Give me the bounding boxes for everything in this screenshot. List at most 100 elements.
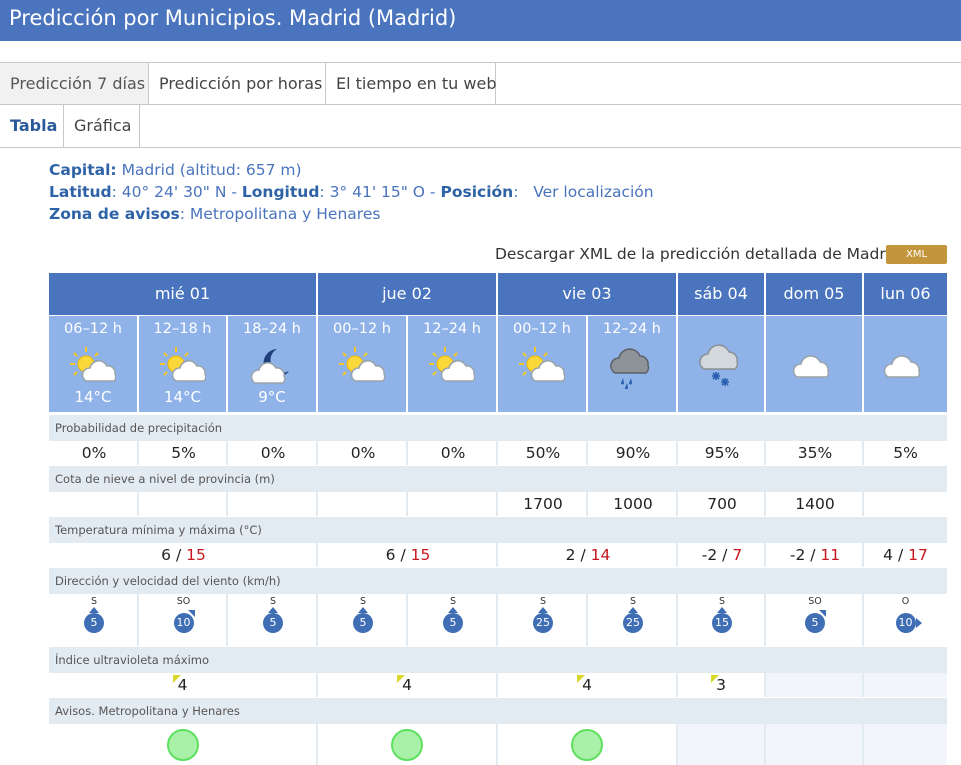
- column-separator: [137, 492, 139, 516]
- tab-prediccion-7-dias[interactable]: Predicción 7 días: [0, 63, 149, 104]
- wind-speed: 5: [443, 613, 463, 633]
- uv-value: 3: [716, 676, 726, 694]
- wind-direction: S: [269, 596, 277, 607]
- precip-value: 0%: [81, 444, 107, 462]
- zona-value: : Metropolitana y Henares: [179, 205, 381, 223]
- wind-arrow-icon: [915, 618, 922, 628]
- temp-max: 15: [186, 546, 206, 564]
- temp-max: 17: [908, 546, 928, 564]
- uv-value: 4: [402, 676, 412, 694]
- latitude-value: : 40° 24' 30" N -: [111, 183, 242, 201]
- wind-direction: S: [90, 596, 98, 607]
- cloud-icon: [789, 345, 837, 391]
- wind-direction: S: [539, 596, 547, 607]
- snow-value: [408, 493, 498, 515]
- download-xml-text: Descargar XML de la predicción detallada…: [495, 245, 900, 263]
- snow-value: [49, 493, 139, 515]
- column-separator: [676, 492, 678, 516]
- snow-value: 1000: [613, 495, 653, 513]
- sun-cloud-icon: [158, 345, 206, 391]
- temp-separator: /: [893, 546, 909, 564]
- wind-arrow-icon: [717, 607, 727, 613]
- column-separator: [862, 441, 864, 465]
- column-separator: [862, 724, 864, 765]
- column-separator: [676, 594, 678, 646]
- temp-min: 2: [565, 546, 576, 564]
- position-link[interactable]: : Ver localización: [513, 183, 653, 201]
- precip-value: 0%: [440, 444, 466, 462]
- slot-label: 12–24 h: [423, 321, 481, 337]
- wind-direction: S: [718, 596, 726, 607]
- coords-line: Latitud: 40° 24' 30" N - Longitud: 3° 41…: [49, 183, 654, 201]
- wind-arrow-icon: [358, 607, 368, 613]
- position-label: Posición: [440, 183, 514, 201]
- temp-separator: /: [395, 546, 411, 564]
- slot-label: 12–18 h: [153, 321, 212, 337]
- moon-cloud-icon: [247, 345, 295, 391]
- warning-level-icon[interactable]: [166, 729, 199, 761]
- wind-arrow-icon: [538, 607, 548, 613]
- column-separator: [226, 441, 228, 465]
- uv-value: 4: [582, 676, 592, 694]
- wind-direction: S: [359, 596, 367, 607]
- column-separator: [406, 441, 408, 465]
- uv-indicator-icon: [711, 675, 719, 683]
- avisos-empty-cell: [766, 724, 862, 765]
- temp-min: 4: [883, 546, 894, 564]
- wind-arrow-icon: [268, 607, 278, 613]
- wind-speed: 25: [533, 613, 553, 633]
- avisos-empty-cell: [864, 724, 947, 765]
- column-separator: [406, 492, 408, 516]
- tab-tabla[interactable]: Tabla: [0, 105, 64, 147]
- column-separator: [586, 492, 588, 516]
- storm-rain-icon: [607, 345, 655, 391]
- column-separator: [862, 492, 864, 516]
- column-separator: [586, 594, 588, 646]
- column-separator: [862, 543, 864, 567]
- tab-grafica[interactable]: Gráfica: [64, 105, 140, 147]
- column-separator: [676, 441, 678, 465]
- precip-value: 0%: [350, 444, 376, 462]
- warning-level-icon[interactable]: [391, 729, 423, 761]
- uv-indicator-icon: [577, 675, 585, 683]
- wind-row-label: Dirección y velocidad del viento (km/h): [49, 568, 947, 594]
- uv-empty-cell: [864, 673, 947, 697]
- day-header: vie 03: [498, 273, 676, 315]
- temp-separator: /: [575, 546, 591, 564]
- temp-separator: /: [171, 546, 187, 564]
- cloud-icon: [880, 345, 928, 391]
- snow-value: [139, 493, 228, 515]
- sun-cloud-icon: [517, 345, 566, 391]
- wind-direction: S: [629, 596, 637, 607]
- precip-value: 50%: [525, 444, 561, 462]
- column-separator: [406, 594, 408, 646]
- column-separator: [496, 673, 498, 697]
- precip-value: 95%: [704, 444, 740, 462]
- snow-value: 1400: [795, 495, 835, 513]
- xml-download-button[interactable]: XML: [886, 245, 947, 264]
- column-separator: [496, 543, 498, 567]
- temp-row-label: Temperatura mínima y máxima (°C): [49, 517, 947, 543]
- precip-value: 35%: [797, 444, 833, 462]
- capital-line: Capital: Madrid (altitud: 657 m): [49, 161, 302, 179]
- temp-max: 7: [732, 546, 743, 564]
- column-separator: [316, 441, 318, 465]
- zona-label: Zona de avisos: [49, 205, 180, 223]
- wind-arrow-icon: [187, 610, 195, 617]
- page-title: Predicción por Municipios. Madrid (Madri…: [0, 0, 961, 41]
- temp-min-max: 6 / 15: [49, 544, 318, 566]
- temp-min: 6: [161, 546, 172, 564]
- day-header: jue 02: [318, 273, 496, 315]
- capital-value: Madrid (altitud: 657 m): [121, 161, 302, 179]
- precip-row-label: Probabilidad de precipitación: [49, 415, 947, 441]
- temp-min: -2: [789, 546, 806, 564]
- temp-separator: /: [717, 546, 733, 564]
- warning-level-icon[interactable]: [571, 729, 603, 761]
- tab-el-tiempo-en-tu-web[interactable]: El tiempo en tu web: [326, 63, 496, 104]
- snow-row-label: Cota de nieve a nivel de provincia (m): [49, 466, 947, 492]
- tab-prediccion-por-horas[interactable]: Predicción por horas: [149, 63, 326, 104]
- wind-speed: 5: [84, 613, 104, 633]
- column-separator: [764, 594, 766, 646]
- snow-value: [228, 493, 318, 515]
- wind-arrow-icon: [448, 607, 458, 613]
